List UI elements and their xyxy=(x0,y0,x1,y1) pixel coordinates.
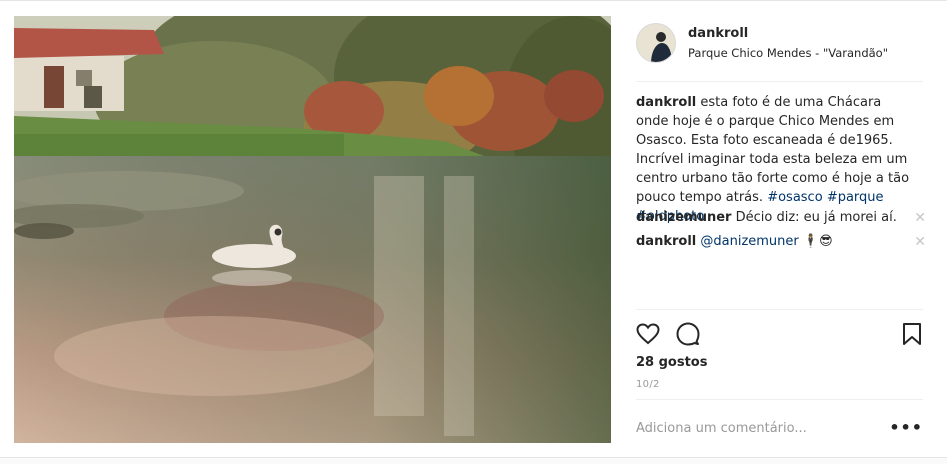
post-header: dankroll Parque Chico Mendes - "Varandão… xyxy=(636,21,923,82)
close-icon[interactable]: ✕ xyxy=(914,210,926,226)
comment-username[interactable]: dankroll xyxy=(636,234,696,249)
comment-item: danizemuner Décio diz: eu já morei aí. ✕ xyxy=(636,210,926,230)
post-photo[interactable] xyxy=(14,16,611,443)
bookmark-icon[interactable] xyxy=(902,322,922,350)
heart-icon[interactable] xyxy=(636,322,660,350)
avatar[interactable] xyxy=(636,23,676,63)
comment-icon[interactable] xyxy=(676,322,700,350)
caption-username[interactable]: dankroll xyxy=(636,95,696,110)
ellipsis-icon[interactable]: ••• xyxy=(889,418,923,437)
comment-emoji: 🕴😎 xyxy=(802,234,833,249)
post-card: dankroll Parque Chico Mendes - "Varandão… xyxy=(0,0,947,458)
hashtag-link[interactable]: #osasco xyxy=(767,190,822,205)
mention-link[interactable]: @danizemuner xyxy=(700,234,798,249)
swan-lake-photo xyxy=(14,16,611,443)
post-date[interactable]: 10/2 xyxy=(636,379,660,390)
close-icon[interactable]: ✕ xyxy=(914,234,926,250)
location-link[interactable]: Parque Chico Mendes - "Varandão" xyxy=(688,46,888,60)
add-comment-section: ••• xyxy=(636,399,923,458)
caption-text: esta foto é de uma Chácara onde hoje é o… xyxy=(636,95,910,205)
username-link[interactable]: dankroll xyxy=(688,26,748,41)
avatar-image xyxy=(637,24,675,62)
likes-count[interactable]: 28 gostos xyxy=(636,355,707,370)
comment-item: dankroll @danizemuner 🕴😎 ✕ xyxy=(636,234,926,254)
comment-input[interactable] xyxy=(636,418,886,438)
post-caption: dankroll esta foto é de uma Chácara onde… xyxy=(636,93,916,226)
action-bar xyxy=(636,309,923,350)
comment-username[interactable]: danizemuner xyxy=(636,210,731,225)
comment-text: Décio diz: eu já morei aí. xyxy=(735,210,897,225)
post-details-panel: dankroll Parque Chico Mendes - "Varandão… xyxy=(612,1,947,457)
hashtag-link[interactable]: #parque xyxy=(827,190,884,205)
